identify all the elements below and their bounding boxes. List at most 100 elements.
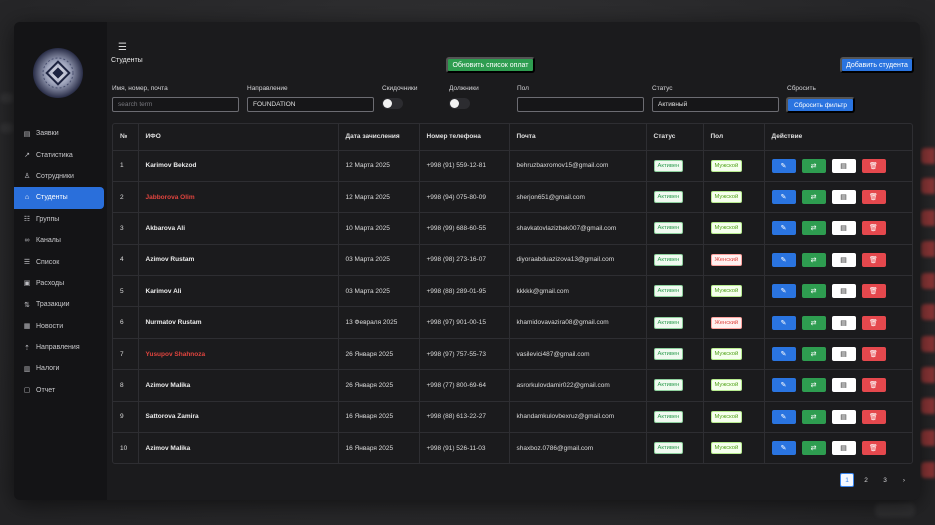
table-row[interactable]: 9 Sattorova Zamira 16 Января 2025 +998 (88)… [113, 401, 912, 434]
sidebar-item-3[interactable]: ⌂ Студенты [14, 187, 104, 209]
document-icon: ▤ [840, 162, 847, 170]
transfer-button[interactable]: ⇄ [801, 409, 826, 424]
edit-button[interactable]: ✎ [771, 315, 796, 330]
document-button[interactable]: ▤ [831, 221, 856, 236]
table-row[interactable]: 10 Azimov Malika 16 Января 2025 +998 (91) 5… [113, 432, 912, 464]
phone-number: +998 (98) 273-16-07 [419, 244, 510, 277]
document-button[interactable]: ▤ [831, 378, 856, 393]
refresh-payments-button[interactable]: Обновить список оплат [446, 57, 535, 73]
sidebar-item-label: Студенты [36, 194, 68, 202]
edit-button[interactable]: ✎ [771, 347, 796, 362]
edit-button[interactable]: ✎ [771, 158, 796, 173]
transfer-button[interactable]: ⇄ [801, 347, 826, 362]
document-button[interactable]: ▤ [831, 252, 856, 267]
sidebar-item-9[interactable]: ▦ Новости [14, 316, 107, 337]
status-cell: Активен [646, 275, 704, 308]
document-button[interactable]: ▤ [831, 347, 856, 362]
add-student-button[interactable]: Добавить студента [840, 57, 914, 73]
student-name: Akbarova Ali [138, 212, 339, 245]
delete-button[interactable]: 🗑 [861, 441, 886, 456]
table-row[interactable]: 6 Nurmatov Rustam 13 Февраля 2025 +998 (97)… [113, 306, 912, 339]
table-row[interactable]: 8 Azimov Malika 26 Января 2025 +998 (77) 80… [113, 369, 912, 402]
transfer-button[interactable]: ⇄ [801, 378, 826, 393]
direction-select[interactable] [247, 97, 374, 112]
edit-button[interactable]: ✎ [771, 190, 796, 205]
trash-icon: 🗑 [869, 162, 878, 170]
delete-button[interactable]: 🗑 [861, 252, 886, 267]
transfer-button[interactable]: ⇄ [801, 315, 826, 330]
status-badge: Активен [653, 159, 684, 172]
document-button[interactable]: ▤ [831, 315, 856, 330]
next-page-icon[interactable]: › [897, 473, 911, 487]
sidebar-item-1[interactable]: ↗ Статистика [14, 144, 107, 165]
document-button[interactable]: ▤ [831, 284, 856, 299]
document-button[interactable]: ▤ [831, 190, 856, 205]
delete-button[interactable]: 🗑 [861, 378, 886, 393]
page-button-1[interactable]: 1 [840, 473, 854, 487]
gender-select[interactable] [517, 97, 644, 112]
table-row[interactable]: 2 Jabborova Olim 12 Марта 2025 +998 (94) 07… [113, 181, 912, 214]
transfer-button[interactable]: ⇄ [801, 190, 826, 205]
delete-button[interactable]: 🗑 [861, 158, 886, 173]
transfer-button[interactable]: ⇄ [801, 158, 826, 173]
document-button[interactable]: ▤ [831, 158, 856, 173]
delete-button[interactable]: 🗑 [861, 347, 886, 362]
pencil-icon: ✎ [780, 445, 787, 453]
table-row[interactable]: 5 Karimov Ali 03 Марта 2025 +998 (88) 289-0… [113, 275, 912, 308]
discounts-label: Скидочники [382, 85, 418, 92]
student-name: Karimov Ali [138, 275, 339, 308]
edit-button[interactable]: ✎ [771, 221, 796, 236]
sidebar-item-12[interactable]: ▢ Отчет [14, 380, 107, 401]
sidebar-item-11[interactable]: ▥ Налоги [14, 358, 107, 379]
trash-icon: 🗑 [869, 413, 878, 421]
transfer-button[interactable]: ⇄ [801, 221, 826, 236]
sidebar-item-2[interactable]: ♙ Сотрудники [14, 166, 107, 187]
table-row[interactable]: 1 Karimov Bekzod 12 Марта 2025 +998 (91) 55… [113, 150, 912, 182]
page-button-2[interactable]: 2 [859, 473, 873, 487]
enrollment-date: 16 Января 2025 [338, 401, 420, 434]
student-name: Azimov Malika [138, 369, 339, 402]
edit-button[interactable]: ✎ [771, 284, 796, 299]
transfer-button[interactable]: ⇄ [801, 252, 826, 267]
edit-button[interactable]: ✎ [771, 378, 796, 393]
search-input[interactable] [112, 97, 239, 112]
swap-icon: ⇄ [810, 288, 817, 296]
direction-label: Направление [247, 85, 288, 92]
edit-button[interactable]: ✎ [771, 441, 796, 456]
transfer-button[interactable]: ⇄ [801, 284, 826, 299]
status-select[interactable] [652, 97, 779, 112]
transfer-button[interactable]: ⇄ [801, 441, 826, 456]
delete-button[interactable]: 🗑 [861, 221, 886, 236]
trash-icon: 🗑 [869, 319, 878, 327]
sidebar-item-6[interactable]: ☰ Список [14, 251, 107, 272]
sidebar-item-8[interactable]: ⇅ Тразакции [14, 294, 107, 315]
debtors-toggle[interactable] [449, 98, 470, 109]
table-row[interactable]: 7 Yusupov Shahnoza 26 Января 2025 +998 (97)… [113, 338, 912, 371]
sidebar-item-4[interactable]: ☷ Группы [14, 209, 107, 230]
edit-button[interactable]: ✎ [771, 409, 796, 424]
row-number: 3 [113, 212, 139, 245]
sidebar-item-label: Группы [36, 215, 60, 223]
document-button[interactable]: ▤ [831, 441, 856, 456]
sidebar-item-5[interactable]: ∞ Каналы [14, 230, 107, 251]
sidebar-item-10[interactable]: ⇡ Направления [14, 337, 107, 358]
status-badge: Активен [653, 379, 684, 392]
gender-badge: Мужской [710, 379, 743, 392]
delete-button[interactable]: 🗑 [861, 409, 886, 424]
reset-filter-button[interactable]: Сбросить фильтр [786, 97, 855, 113]
delete-button[interactable]: 🗑 [861, 315, 886, 330]
page-button-3[interactable]: 3 [878, 473, 892, 487]
pencil-icon: ✎ [780, 162, 787, 170]
discounts-toggle[interactable] [382, 98, 403, 109]
delete-button[interactable]: 🗑 [861, 190, 886, 205]
edit-button[interactable]: ✎ [771, 252, 796, 267]
status-badge: Активен [653, 285, 684, 298]
table-row[interactable]: 4 Azimov Rustam 03 Марта 2025 +998 (98) 273… [113, 244, 912, 277]
menu-collapse-icon[interactable]: ☰ [118, 42, 127, 53]
table-row[interactable]: 3 Akbarova Ali 10 Марта 2025 +998 (99) 688-… [113, 212, 912, 245]
document-button[interactable]: ▤ [831, 409, 856, 424]
document-icon: ▤ [840, 445, 847, 453]
delete-button[interactable]: 🗑 [861, 284, 886, 299]
sidebar-item-7[interactable]: ▣ Расходы [14, 273, 107, 294]
sidebar-item-0[interactable]: ▤ Заявки [14, 123, 107, 144]
